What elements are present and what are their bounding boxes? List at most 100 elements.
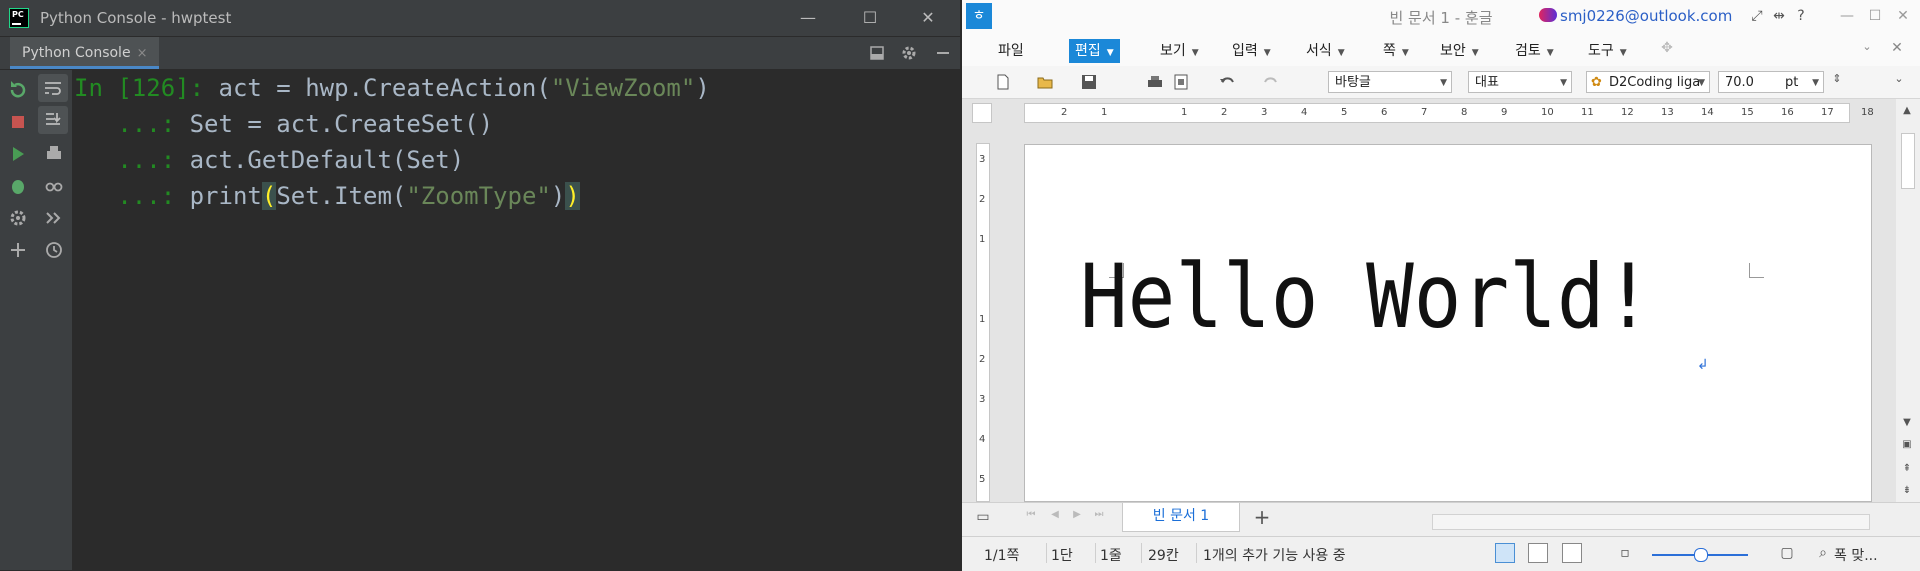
debug-bug-icon[interactable] xyxy=(6,174,30,198)
close-button[interactable]: ✕ xyxy=(916,6,940,30)
account-icon[interactable] xyxy=(1539,8,1557,22)
zoom-out-icon[interactable]: ▫ xyxy=(1616,545,1634,561)
first-tab-icon[interactable]: ⏮ xyxy=(1022,509,1040,520)
variables-glasses-icon[interactable] xyxy=(42,174,66,198)
minimize-button[interactable]: — xyxy=(796,6,820,30)
undo-icon[interactable] xyxy=(1218,73,1236,91)
chevron-down-icon: ▼ xyxy=(1337,48,1345,58)
page-view-button[interactable] xyxy=(1562,543,1582,563)
add-console-icon[interactable] xyxy=(6,238,30,262)
zoom-in-icon[interactable]: ▢ xyxy=(1778,545,1796,561)
print-icon[interactable] xyxy=(1146,73,1164,91)
code-text: ) xyxy=(695,74,710,102)
scroll-up-icon[interactable]: ▲ xyxy=(1899,103,1915,119)
font-type-icon: ✿ xyxy=(1591,75,1602,90)
hide-panel-icon[interactable] xyxy=(934,44,952,62)
menu-edit[interactable]: 편집 ▼ xyxy=(1069,39,1120,63)
console-settings-icon[interactable] xyxy=(6,206,30,230)
menu-view[interactable]: 보기 ▼ xyxy=(1160,39,1199,63)
ruler-tick-label: 1 xyxy=(979,234,986,245)
document-tab[interactable]: 빈 문서 1 xyxy=(1122,503,1240,532)
next-page-icon[interactable]: ⇟ xyxy=(1899,483,1915,499)
fit-view-button[interactable] xyxy=(1528,543,1548,563)
stop-icon[interactable] xyxy=(6,110,30,134)
zoom-mode[interactable]: 폭 맞... xyxy=(1834,545,1878,565)
menu-security[interactable]: 보안 ▼ xyxy=(1440,39,1479,63)
document-text[interactable]: Hello World! xyxy=(1080,245,1652,348)
scroll-down-icon[interactable]: ▼ xyxy=(1899,415,1915,431)
scroll-thumb[interactable] xyxy=(1901,133,1915,189)
menu-label: 보안 xyxy=(1440,43,1466,59)
minimize-button[interactable]: — xyxy=(1838,8,1856,24)
add-tab-button[interactable]: + xyxy=(1246,506,1278,530)
fullscreen-icon[interactable]: ⤢ xyxy=(1748,8,1766,24)
toolbar-more-icon[interactable]: ⌄ xyxy=(1890,72,1908,85)
redo-icon[interactable] xyxy=(1262,73,1280,91)
tab-python-console[interactable]: Python Console × xyxy=(10,37,160,69)
settings-gear-icon[interactable] xyxy=(900,44,918,62)
execute-command-icon[interactable] xyxy=(42,206,66,230)
font-select[interactable]: ✿ D2Coding liga ▼ xyxy=(1586,71,1710,93)
code-text: act.GetDefault(Set) xyxy=(175,146,465,174)
page-view-icon[interactable]: ▣ xyxy=(1899,437,1915,453)
font-size-unit: pt xyxy=(1785,75,1799,90)
menu-tools[interactable]: 도구 ▼ xyxy=(1588,39,1627,63)
vertical-scrollbar[interactable]: ▲ ▼ ▣ ⇞ ⇟ xyxy=(1896,99,1920,502)
close-button[interactable]: ✕ xyxy=(1894,8,1912,24)
document-workspace: 2 1 1 2 3 4 5 6 7 8 9 10 11 12 13 14 15 16 17 18 32112345 H… xyxy=(962,99,1920,502)
ruler-tick-label: 1 xyxy=(1101,107,1108,118)
soft-wrap-toggle[interactable] xyxy=(38,74,68,102)
rerun-icon[interactable] xyxy=(6,78,30,102)
status-column: 29칸 xyxy=(1148,548,1179,564)
scroll-to-end-toggle[interactable] xyxy=(38,106,68,134)
menu-file[interactable]: 파일 xyxy=(998,39,1024,63)
tab-close-icon[interactable]: × xyxy=(137,46,148,61)
restore-layout-icon[interactable] xyxy=(868,44,886,62)
font-size-input[interactable]: 70.0 pt ▼ xyxy=(1718,71,1824,93)
menu-label: 검토 xyxy=(1515,43,1541,59)
status-page[interactable]: 1/1쪽 xyxy=(984,545,1019,565)
style-select[interactable]: 바탕글 ▼ xyxy=(1328,71,1452,93)
account-email[interactable]: smj0226@outlook.com xyxy=(1560,7,1732,25)
menu-insert[interactable]: 입력 ▼ xyxy=(1232,39,1271,63)
vertical-ruler[interactable]: 3 2 1 1 2 3 4 5 xyxy=(976,143,990,502)
horizontal-scrollbar[interactable] xyxy=(1432,514,1870,530)
status-addons[interactable]: 1개의 추가 기능 사용 중 xyxy=(1203,545,1346,565)
menu-label: 도구 xyxy=(1588,43,1614,59)
horizontal-ruler[interactable]: 2 1 1 2 3 4 5 6 7 8 9 10 11 12 13 14 15 16 17 18 xyxy=(1024,103,1874,123)
menu-review[interactable]: 검토 ▼ xyxy=(1515,39,1554,63)
help-icon[interactable]: ? xyxy=(1792,8,1810,24)
font-size-stepper[interactable]: ⇕ xyxy=(1828,72,1846,85)
normal-view-button[interactable] xyxy=(1495,543,1515,563)
history-clock-icon[interactable] xyxy=(42,238,66,262)
puzzle-icon[interactable]: ✥ xyxy=(1658,40,1676,56)
console-editor[interactable]: In [126]: act = hwp.CreateAction("ViewZo… xyxy=(72,70,960,570)
print-icon[interactable] xyxy=(42,142,66,166)
zoom-slider-handle[interactable] xyxy=(1694,548,1708,562)
run-icon[interactable] xyxy=(6,142,30,166)
memo-icon[interactable]: ▭ xyxy=(974,509,992,525)
split-view-icon[interactable]: ⇹ xyxy=(1770,8,1788,24)
menu-label: 서식 xyxy=(1306,43,1332,59)
open-folder-icon[interactable] xyxy=(1036,73,1054,91)
language-value: 대표 xyxy=(1475,75,1499,90)
menu-page[interactable]: 쪽 ▼ xyxy=(1383,39,1409,63)
ruler-tick-label: 3 xyxy=(979,394,986,405)
collapse-ribbon-icon[interactable]: ⌄ xyxy=(1858,40,1876,53)
maximize-button[interactable]: ☐ xyxy=(1866,8,1884,24)
language-select[interactable]: 대표 ▼ xyxy=(1468,71,1572,93)
maximize-button[interactable]: ☐ xyxy=(858,6,882,30)
ruler-tick-label: 15 xyxy=(1741,107,1754,118)
prev-tab-icon[interactable]: ◀ xyxy=(1046,509,1064,520)
new-document-icon[interactable] xyxy=(994,73,1012,91)
tab-stop-selector[interactable] xyxy=(972,103,992,123)
divider xyxy=(1095,543,1096,563)
last-tab-icon[interactable]: ⏭ xyxy=(1090,509,1108,520)
print-preview-icon[interactable] xyxy=(1172,73,1190,91)
next-tab-icon[interactable]: ▶ xyxy=(1068,509,1086,520)
prev-page-icon[interactable]: ⇞ xyxy=(1899,461,1915,477)
close-doc-icon[interactable]: ✕ xyxy=(1888,40,1906,56)
code-line-1: In [126]: act = hwp.CreateAction("ViewZo… xyxy=(74,74,710,102)
save-icon[interactable] xyxy=(1080,73,1098,91)
menu-format[interactable]: 서식 ▼ xyxy=(1306,39,1345,63)
